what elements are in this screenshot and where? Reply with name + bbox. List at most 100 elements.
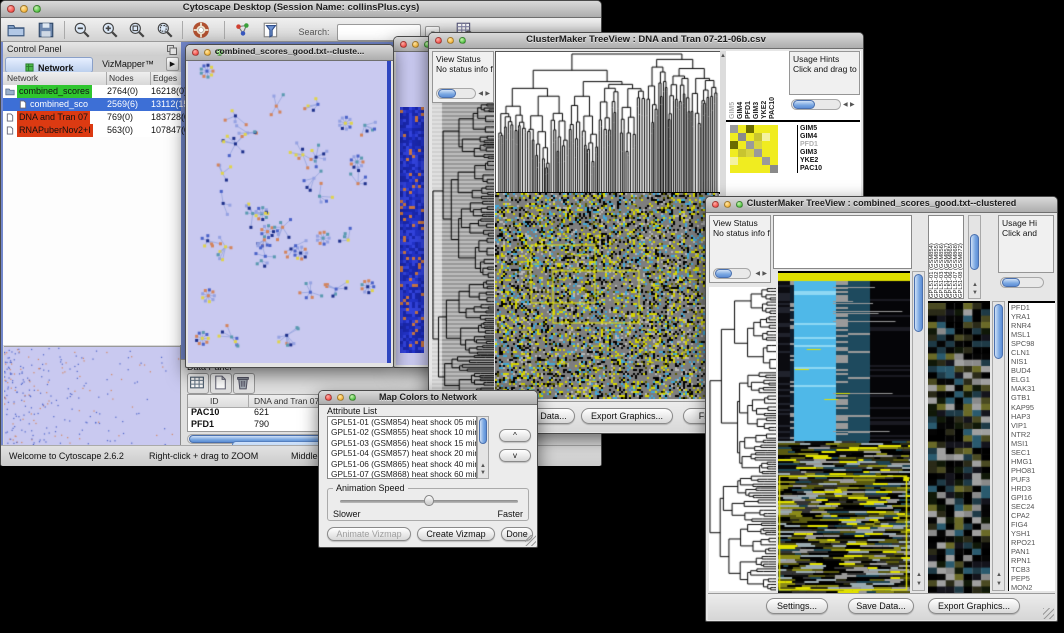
usage-hints-scrollbar[interactable] (1000, 277, 1044, 288)
arrow-up-icon[interactable]: ▲ (996, 572, 1002, 578)
save-session-icon[interactable] (37, 21, 55, 39)
matrix-cell[interactable] (730, 165, 738, 173)
matrix-cell[interactable] (738, 125, 746, 133)
matrix-cell[interactable] (730, 149, 738, 157)
settings-button[interactable]: Settings... (766, 598, 828, 614)
column-labels[interactable]: GPL51-01 (GSM854)GPL51-02 (GSM855)GPL51-… (928, 215, 964, 299)
matrix-cell[interactable] (730, 125, 738, 133)
matrix-cell[interactable] (762, 125, 770, 133)
scroll-left-icon[interactable]: ◀ (843, 102, 848, 108)
heatmap-view[interactable] (778, 271, 910, 593)
row-label[interactable]: YKE2 (800, 157, 860, 165)
gene-label[interactable]: RNR4 (1011, 321, 1055, 330)
row-label[interactable]: GIM4 (800, 133, 860, 141)
heatmap-view[interactable] (495, 193, 719, 399)
tab-vizmapper[interactable]: VizMapper™ (93, 57, 163, 71)
arrow-down-icon[interactable]: ▼ (972, 290, 978, 296)
gene-label[interactable]: PHO81 (1011, 466, 1055, 475)
scroll-left-icon[interactable]: ◀ (478, 91, 483, 97)
gene-label[interactable]: TCB3 (1011, 565, 1055, 574)
col-network[interactable]: Network (7, 72, 38, 85)
minimize-icon[interactable] (412, 41, 419, 48)
attribute-table-icon[interactable] (187, 373, 209, 394)
attr-col-id[interactable]: ID (210, 395, 219, 407)
matrix-cell[interactable] (754, 125, 762, 133)
column-label[interactable]: GPL51-03 (GSM856) (939, 216, 944, 298)
list-item[interactable]: GPL51-07 (GSM868) heat shock 60 min (328, 469, 476, 479)
zoom-in-icon[interactable] (101, 21, 119, 39)
column-label[interactable]: PFD1 (745, 51, 753, 119)
zoom-heatmap-matrix[interactable] (730, 125, 778, 173)
gene-label[interactable]: SEC1 (1011, 448, 1055, 457)
matrix-cell[interactable] (754, 149, 762, 157)
network-overview-icon[interactable] (234, 21, 252, 39)
row-label[interactable]: PFD1 (800, 141, 860, 149)
network-vscrollbar[interactable] (387, 61, 391, 363)
matrix-cell[interactable] (746, 125, 754, 133)
matrix-cell[interactable] (770, 141, 778, 149)
arrow-up-icon[interactable]: ▲ (972, 282, 978, 288)
zoom-heatmap[interactable] (928, 301, 990, 593)
gene-label[interactable]: CPA2 (1011, 511, 1055, 520)
matrix-cell[interactable] (762, 165, 770, 173)
gene-label[interactable]: MAK31 (1011, 384, 1055, 393)
create-vizmap-button[interactable]: Create Vizmap (417, 527, 495, 541)
network-overview-thumbnail[interactable] (4, 346, 180, 445)
matrix-cell[interactable] (770, 133, 778, 141)
matrix-cell[interactable] (738, 133, 746, 141)
arrow-down-icon[interactable]: ▼ (996, 581, 1002, 587)
col-edges[interactable]: Edges (153, 72, 177, 85)
list-item[interactable]: GPL51-03 (GSM856) heat shock 15 min (328, 438, 476, 448)
row-label[interactable]: GIM5 (800, 125, 860, 133)
column-label[interactable]: GPL51-02 (GSM855) (934, 216, 939, 298)
export-graphics-button[interactable]: Export Graphics... (928, 598, 1020, 614)
row-dendrogram[interactable] (432, 103, 494, 399)
trash-icon[interactable] (233, 373, 255, 394)
arrow-down-icon[interactable]: ▼ (916, 581, 922, 587)
column-label[interactable]: YKE2 (761, 51, 769, 119)
matrix-cell[interactable] (738, 149, 746, 157)
gene-label[interactable]: BUD4 (1011, 366, 1055, 375)
main-titlebar[interactable]: Cytoscape Desktop (Session Name: collins… (1, 1, 601, 18)
column-label[interactable]: GPL51-08 (GSM872) (958, 216, 963, 298)
usage-hints-scrollbar[interactable] (791, 99, 841, 110)
matrix-cell[interactable] (746, 149, 754, 157)
gene-labels[interactable]: PFD1YRA1RNR4MSL1SPC98CLN1NIS1BUD4ELG1MAK… (1008, 301, 1055, 591)
gene-list-vscrollbar[interactable]: ▲ ▼ (992, 301, 1005, 591)
gene-label[interactable]: SPC98 (1011, 339, 1055, 348)
arrow-up-icon[interactable]: ▲ (720, 53, 726, 59)
matrix-cell[interactable] (754, 165, 762, 173)
attribute-list-scrollbar[interactable]: ▲ ▼ (477, 416, 489, 479)
matrix-cell[interactable] (762, 133, 770, 141)
titlebar[interactable]: combined_scores_good.txt--cluste... (186, 45, 393, 61)
table-row-selected[interactable]: combined_sco 2569(6) 13112(15) (3, 98, 181, 111)
gene-label[interactable]: GPI16 (1011, 493, 1055, 502)
matrix-cell[interactable] (730, 157, 738, 165)
list-item[interactable]: GPL51-06 (GSM865) heat shock 40 min (328, 459, 476, 469)
row-label[interactable]: GIM3 (800, 149, 860, 157)
gene-label[interactable]: RPO21 (1011, 538, 1055, 547)
zoom-out-icon[interactable] (73, 21, 91, 39)
move-up-button[interactable]: ^ (499, 429, 531, 442)
gene-label[interactable]: ELG1 (1011, 375, 1055, 384)
view-status-scrollbar[interactable] (436, 88, 476, 99)
network-canvas[interactable] (188, 61, 387, 363)
matrix-cell[interactable] (754, 157, 762, 165)
table-row[interactable]: DNA and Tran 07 769(0) 183728(0) (3, 111, 181, 124)
close-icon[interactable] (400, 41, 407, 48)
filter-icon[interactable] (262, 21, 280, 39)
matrix-cell[interactable] (746, 133, 754, 141)
resize-grip[interactable] (1043, 608, 1054, 619)
tab-overflow-icon[interactable]: ▶ (166, 57, 179, 71)
matrix-cell[interactable] (762, 157, 770, 165)
column-label[interactable]: GIM4 (737, 51, 745, 119)
attribute-list[interactable]: GPL51-01 (GSM854) heat shock 05 minGPL51… (327, 416, 477, 479)
gene-label[interactable]: YRA1 (1011, 312, 1055, 321)
table-row[interactable]: RNAPuberNov2+I 563(0) 107847(0) (3, 124, 181, 137)
titlebar[interactable]: ClusterMaker TreeView : combined_scores_… (706, 197, 1057, 213)
gene-label[interactable]: MSL1 (1011, 330, 1055, 339)
animate-vizmap-button[interactable]: Animate Vizmap (327, 527, 411, 541)
scroll-right-icon[interactable]: ▶ (485, 91, 490, 97)
gene-label[interactable]: PEP5 (1011, 574, 1055, 583)
tab-network[interactable]: Network (5, 57, 93, 73)
